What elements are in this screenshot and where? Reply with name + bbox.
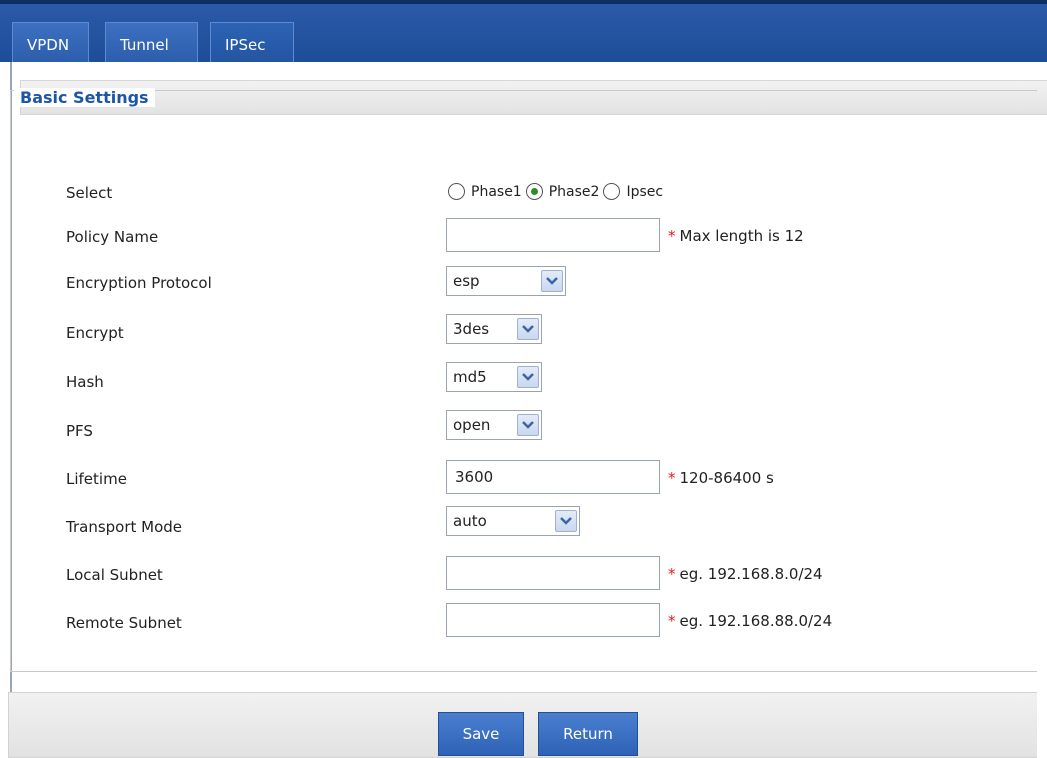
radio-ipsec[interactable]	[603, 183, 621, 200]
hash-label: Hash	[66, 373, 104, 391]
chevron-down-icon	[517, 414, 539, 436]
policy-name-note: * Max length is 12	[668, 227, 804, 245]
remote-subnet-note: * eg. 192.168.88.0/24	[668, 612, 832, 630]
encryption-protocol-select[interactable]: esp	[446, 266, 566, 296]
transport-mode-value: auto	[453, 512, 487, 530]
local-subnet-note: * eg. 192.168.8.0/24	[668, 565, 823, 583]
radio-phase2-label: Phase2	[548, 183, 600, 200]
chevron-down-icon	[517, 318, 539, 340]
required-marker: *	[668, 612, 676, 630]
tab-tunnel[interactable]: Tunnel	[105, 22, 198, 66]
save-button[interactable]: Save	[438, 712, 524, 756]
lifetime-hint: 120-86400 s	[679, 469, 774, 487]
tab-vpdn[interactable]: VPDN	[12, 22, 89, 66]
required-marker: *	[668, 565, 676, 583]
lifetime-label: Lifetime	[66, 470, 127, 488]
radio-phase1[interactable]	[448, 183, 465, 200]
local-subnet-hint: eg. 192.168.8.0/24	[679, 565, 823, 583]
radio-ipsec-label: Ipsec	[626, 183, 664, 200]
pfs-label: PFS	[66, 422, 93, 440]
policy-name-label: Policy Name	[66, 228, 159, 246]
hash-select[interactable]: md5	[446, 362, 542, 392]
tab-ipsec[interactable]: IPSec	[210, 22, 294, 66]
hash-value: md5	[453, 368, 487, 386]
chevron-down-icon	[555, 510, 577, 532]
remote-subnet-input[interactable]	[446, 603, 660, 637]
radio-phase1-label: Phase1	[471, 183, 522, 200]
transport-mode-select[interactable]: auto	[446, 506, 580, 536]
required-marker: *	[668, 469, 676, 487]
transport-mode-label: Transport Mode	[66, 518, 183, 536]
encryption-protocol-label: Encryption Protocol	[66, 274, 212, 292]
remote-subnet-label: Remote Subnet	[66, 614, 182, 632]
encryption-protocol-value: esp	[453, 272, 480, 290]
radio-phase2[interactable]	[525, 183, 543, 200]
phase-radio-group: Phase1 Phase2 Ipsec	[448, 183, 667, 200]
local-subnet-label: Local Subnet	[66, 566, 163, 584]
top-nav-bar: VPDN Tunnel IPSec	[0, 0, 1047, 66]
required-marker: *	[668, 227, 676, 245]
pfs-value: open	[453, 416, 491, 434]
local-subnet-input[interactable]	[446, 556, 660, 590]
section-title: Basic Settings	[14, 88, 155, 107]
encrypt-value: 3des	[453, 320, 490, 338]
lifetime-note: * 120-86400 s	[668, 469, 774, 487]
pfs-select[interactable]: open	[446, 410, 542, 440]
policy-name-input[interactable]	[446, 218, 660, 252]
encrypt-label: Encrypt	[66, 324, 124, 342]
chevron-down-icon	[517, 366, 539, 388]
lifetime-input[interactable]: 3600	[446, 460, 660, 494]
chevron-down-icon	[541, 270, 563, 292]
encrypt-select[interactable]: 3des	[446, 314, 542, 344]
select-label: Select	[66, 184, 113, 202]
return-button[interactable]: Return	[538, 712, 638, 756]
remote-subnet-hint: eg. 192.168.88.0/24	[679, 612, 833, 630]
policy-name-hint: Max length is 12	[679, 227, 804, 245]
